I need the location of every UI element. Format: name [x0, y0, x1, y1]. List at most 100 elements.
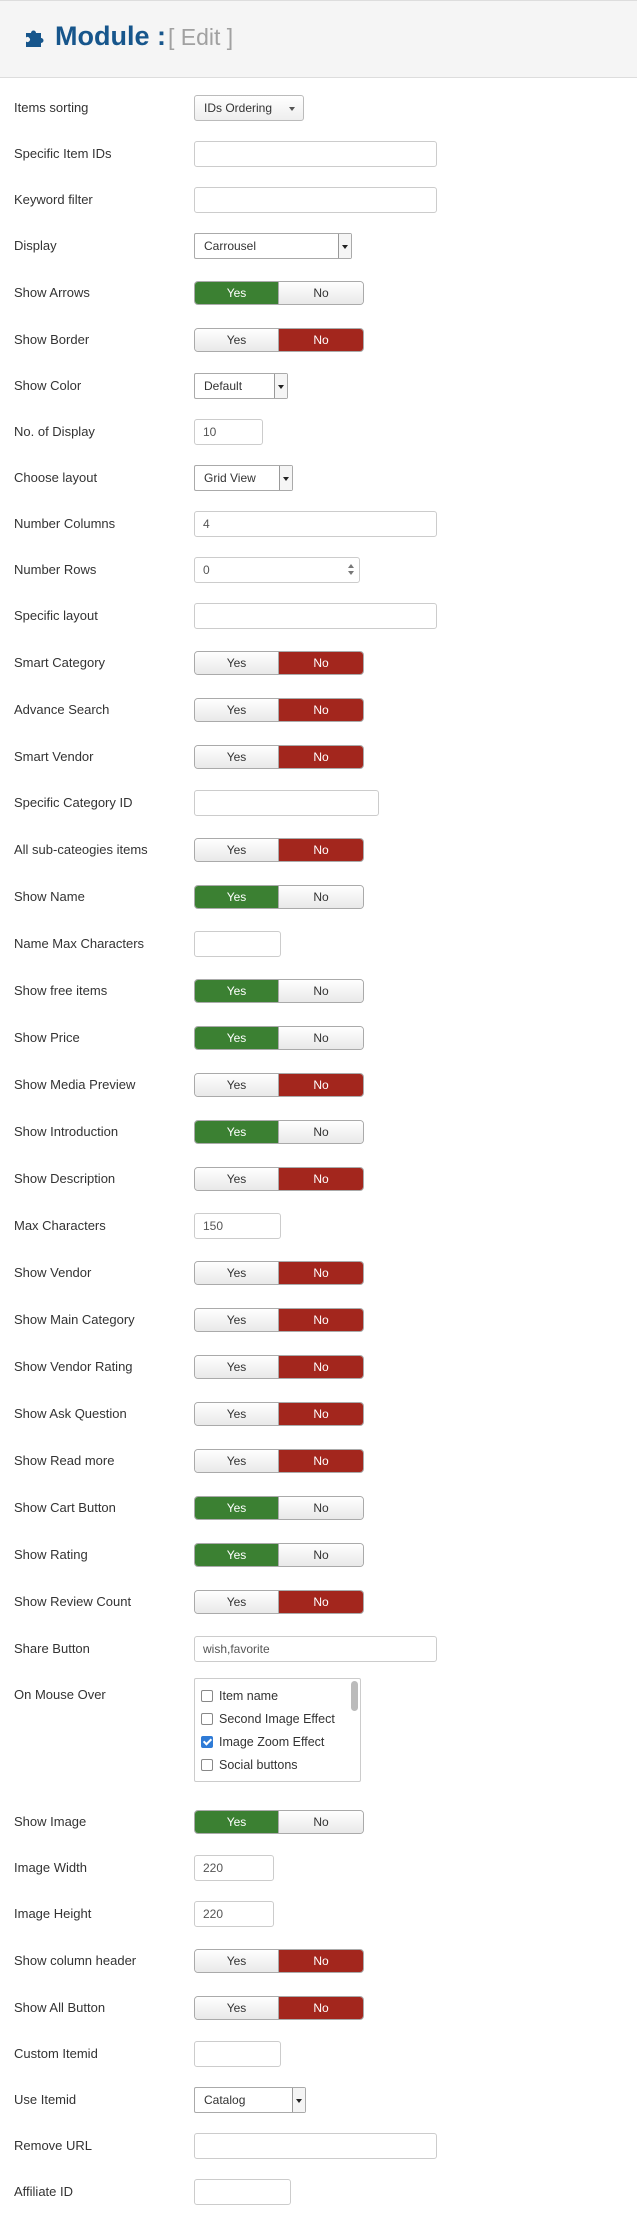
- no-button[interactable]: No: [279, 1121, 363, 1143]
- yes-button[interactable]: Yes: [195, 886, 279, 908]
- specific-layout-input[interactable]: [194, 603, 437, 629]
- field-show-rating: Show Rating Yes No: [0, 1538, 637, 1572]
- field-label: Display: [14, 238, 57, 253]
- no-button[interactable]: No: [279, 652, 363, 674]
- use-itemid-select[interactable]: Catalog: [194, 2087, 306, 2113]
- yes-button[interactable]: Yes: [195, 1356, 279, 1378]
- no-button[interactable]: No: [279, 1262, 363, 1284]
- yes-button[interactable]: Yes: [195, 282, 279, 304]
- yes-button[interactable]: Yes: [195, 1168, 279, 1190]
- checkbox[interactable]: [201, 1712, 213, 1725]
- number-columns-input[interactable]: 4: [194, 511, 437, 537]
- no-button[interactable]: No: [279, 839, 363, 861]
- option-image-zoom-effect[interactable]: Image Zoom Effect: [201, 1731, 324, 1753]
- scrollbar-thumb[interactable]: [351, 1681, 358, 1711]
- yes-button[interactable]: Yes: [195, 1497, 279, 1519]
- no-button[interactable]: No: [279, 1168, 363, 1190]
- checkbox-checked[interactable]: [201, 1735, 213, 1748]
- yes-button[interactable]: Yes: [195, 839, 279, 861]
- yes-button[interactable]: Yes: [195, 699, 279, 721]
- no-button[interactable]: No: [279, 980, 363, 1002]
- no-button[interactable]: No: [279, 886, 363, 908]
- number-rows-stepper[interactable]: 0: [194, 557, 360, 583]
- field-show-cart-button: Show Cart Button Yes No: [0, 1491, 637, 1525]
- yes-button[interactable]: Yes: [195, 1121, 279, 1143]
- option-second-image-effect[interactable]: Second Image Effect: [201, 1708, 335, 1730]
- yes-button[interactable]: Yes: [195, 1544, 279, 1566]
- yes-button[interactable]: Yes: [195, 1950, 279, 1972]
- chevron-down-icon: [279, 466, 292, 490]
- no-button[interactable]: No: [279, 1950, 363, 1972]
- image-width-input[interactable]: 220: [194, 1855, 274, 1881]
- keyword-filter-input[interactable]: [194, 187, 437, 213]
- field-number-rows: Number Rows 0: [0, 553, 637, 587]
- show-color-select[interactable]: Default: [194, 373, 288, 399]
- remove-url-input[interactable]: [194, 2133, 437, 2159]
- affiliate-id-input[interactable]: [194, 2179, 291, 2205]
- no-button[interactable]: No: [279, 1074, 363, 1096]
- yes-button[interactable]: Yes: [195, 1027, 279, 1049]
- field-show-column-header: Show column header Yes No: [0, 1944, 637, 1978]
- field-label: Show column header: [14, 1953, 137, 1968]
- no-button[interactable]: No: [279, 1356, 363, 1378]
- field-label: Show Vendor Rating: [14, 1359, 133, 1374]
- field-label: Items sorting: [14, 100, 89, 115]
- choose-layout-select[interactable]: Grid View: [194, 465, 293, 491]
- no-button[interactable]: No: [279, 1027, 363, 1049]
- checkbox[interactable]: [201, 1758, 213, 1771]
- specific-category-id-input[interactable]: [194, 790, 379, 816]
- field-label: Show Rating: [14, 1547, 88, 1562]
- specific-item-ids-input[interactable]: [194, 141, 437, 167]
- no-button[interactable]: No: [279, 746, 363, 768]
- no-button[interactable]: No: [279, 1497, 363, 1519]
- no-button[interactable]: No: [279, 1997, 363, 2019]
- show-introduction-toggle: Yes No: [194, 1120, 364, 1144]
- display-select[interactable]: Carrousel: [194, 233, 352, 259]
- no-button[interactable]: No: [279, 282, 363, 304]
- field-label: Keyword filter: [14, 192, 93, 207]
- yes-button[interactable]: Yes: [195, 980, 279, 1002]
- field-items-sorting: Items sorting IDs Ordering: [0, 91, 637, 125]
- smart-category-toggle: Yes No: [194, 651, 364, 675]
- field-show-price: Show Price Yes No: [0, 1021, 637, 1055]
- option-social-buttons[interactable]: Social buttons: [201, 1754, 298, 1776]
- field-specific-item-ids: Specific Item IDs: [0, 137, 637, 171]
- no-of-display-input[interactable]: 10: [194, 419, 263, 445]
- yes-button[interactable]: Yes: [195, 1450, 279, 1472]
- no-button[interactable]: No: [279, 1309, 363, 1331]
- no-button[interactable]: No: [279, 1811, 363, 1833]
- max-characters-input[interactable]: 150: [194, 1213, 281, 1239]
- share-button-input[interactable]: wish,favorite: [194, 1636, 437, 1662]
- image-height-input[interactable]: 220: [194, 1901, 274, 1927]
- yes-button[interactable]: Yes: [195, 1074, 279, 1096]
- no-button[interactable]: No: [279, 1544, 363, 1566]
- field-show-review-count: Show Review Count Yes No: [0, 1585, 637, 1619]
- field-share-button: Share Button wish,favorite: [0, 1632, 637, 1666]
- items-sorting-select[interactable]: IDs Ordering: [194, 95, 304, 121]
- on-mouse-over-multiselect[interactable]: Item name Second Image Effect Image Zoom…: [194, 1678, 361, 1782]
- custom-itemid-input[interactable]: [194, 2041, 281, 2067]
- checkbox[interactable]: [201, 1689, 213, 1702]
- spinner-arrows-icon[interactable]: [348, 563, 354, 577]
- yes-button[interactable]: Yes: [195, 1262, 279, 1284]
- yes-button[interactable]: Yes: [195, 1309, 279, 1331]
- option-item-name[interactable]: Item name: [201, 1685, 278, 1707]
- yes-button[interactable]: Yes: [195, 1811, 279, 1833]
- field-label: Show Main Category: [14, 1312, 135, 1327]
- no-button[interactable]: No: [279, 699, 363, 721]
- yes-button[interactable]: Yes: [195, 746, 279, 768]
- no-button[interactable]: No: [279, 1450, 363, 1472]
- yes-button[interactable]: Yes: [195, 1591, 279, 1613]
- no-button[interactable]: No: [279, 1403, 363, 1425]
- no-button[interactable]: No: [279, 1591, 363, 1613]
- option-label: Image Zoom Effect: [219, 1735, 325, 1749]
- yes-button[interactable]: Yes: [195, 1403, 279, 1425]
- field-label: Specific layout: [14, 608, 98, 623]
- yes-button[interactable]: Yes: [195, 652, 279, 674]
- no-button[interactable]: No: [279, 329, 363, 351]
- chevron-down-icon: [283, 96, 303, 120]
- select-value: Catalog: [204, 2093, 246, 2107]
- name-max-characters-input[interactable]: [194, 931, 281, 957]
- yes-button[interactable]: Yes: [195, 1997, 279, 2019]
- yes-button[interactable]: Yes: [195, 329, 279, 351]
